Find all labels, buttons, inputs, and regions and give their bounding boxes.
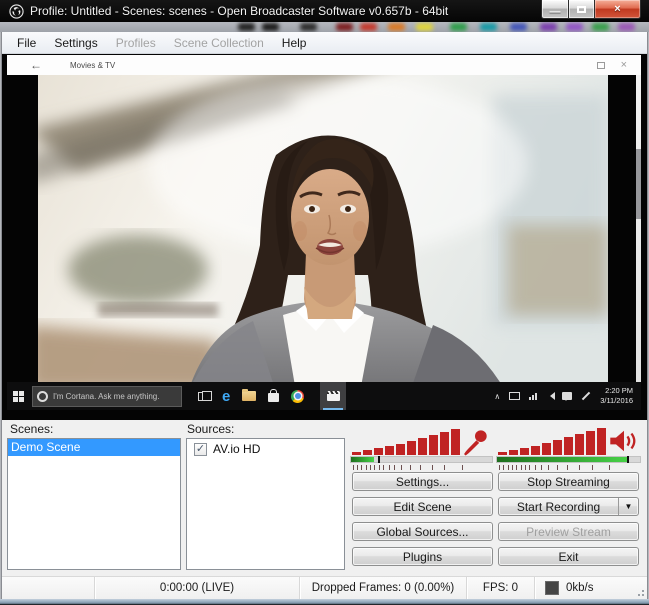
edge-icon: e (222, 389, 230, 404)
window-title: Profile: Untitled - Scenes: scenes - Ope… (30, 4, 448, 18)
speaker-icon[interactable] (608, 427, 640, 455)
mic-level-marker[interactable] (378, 456, 380, 463)
captured-appbar: ← Movies & TV × (7, 55, 641, 75)
source-item-label: AV.io HD (213, 442, 260, 456)
chevron-down-icon: ▼ (625, 502, 633, 511)
speaker-level-fill (497, 457, 627, 462)
obs-logo-icon (9, 4, 24, 19)
menu-scene-collection: Scene Collection (165, 32, 273, 54)
scenes-label: Scenes: (10, 422, 53, 436)
source-checkbox[interactable]: ✓ (194, 443, 207, 456)
window-titlebar: Profile: Untitled - Scenes: scenes - Ope… (0, 0, 649, 22)
status-blank-section (2, 577, 95, 599)
menu-settings[interactable]: Settings (45, 32, 106, 54)
status-bitrate: 0kb/s (566, 582, 594, 594)
captured-app-title: Movies & TV (70, 61, 115, 70)
scene-preview[interactable]: ← Movies & TV × (2, 54, 647, 420)
window-controls: — × (541, 0, 641, 19)
close-button[interactable]: × (594, 0, 641, 19)
speaker-level-track (496, 456, 641, 463)
menu-profiles: Profiles (107, 32, 165, 54)
status-dropped-frames: Dropped Frames: 0 (0.00%) (300, 577, 467, 599)
microphone-icon[interactable] (461, 428, 489, 456)
status-live-time: 0:00:00 (LIVE) (95, 577, 300, 599)
menu-bar: File Settings Profiles Scene Collection … (2, 32, 647, 54)
back-arrow-icon: ← (30, 58, 42, 72)
start-recording-label: Start Recording (499, 500, 618, 514)
mic-level-ticks (350, 465, 493, 471)
status-fps: FPS: 0 (467, 577, 535, 599)
file-explorer-icon (242, 391, 256, 401)
mic-level-fill (351, 457, 374, 462)
status-bitrate-section: 0kb/s (535, 577, 647, 599)
minimize-button[interactable]: — (541, 0, 569, 19)
mic-level-track (350, 456, 493, 463)
start-recording-button[interactable]: Start Recording ▼ (498, 497, 639, 516)
status-bar: 0:00:00 (LIVE) Dropped Frames: 0 (0.00%)… (2, 576, 647, 599)
captured-restore-icon (597, 62, 605, 69)
congestion-indicator (545, 581, 559, 595)
notification-icon (562, 392, 572, 400)
resize-grip[interactable] (634, 586, 644, 596)
stop-streaming-button[interactable]: Stop Streaming (498, 472, 639, 491)
speaker-level-marker[interactable] (627, 456, 629, 463)
captured-scrollbar (636, 75, 641, 392)
volume-icon (546, 392, 555, 400)
maximize-button[interactable] (569, 0, 594, 19)
window-frame-strip (0, 22, 649, 32)
taskbar-clock: 2:20 PM 3/11/2016 (600, 386, 635, 406)
cortana-placeholder: I'm Cortana. Ask me anything. (53, 392, 159, 401)
store-icon (268, 393, 279, 402)
source-item-avio-hd[interactable]: ✓ AV.io HD (187, 439, 344, 456)
speaker-level-ticks (496, 465, 641, 471)
captured-scrollbar-thumb (636, 149, 641, 219)
menu-file[interactable]: File (8, 32, 45, 54)
obs-window: Profile: Untitled - Scenes: scenes - Ope… (0, 0, 649, 605)
edit-scene-button[interactable]: Edit Scene (352, 497, 493, 516)
cortana-icon (37, 391, 48, 402)
captured-app-controls: × (597, 59, 641, 71)
scenes-list[interactable]: Demo Scene (7, 438, 181, 570)
cortana-search-box: I'm Cortana. Ask me anything. (32, 386, 182, 407)
global-sources-button[interactable]: Global Sources... (352, 522, 493, 541)
movies-tv-taskbar-icon (320, 382, 346, 410)
network-icon (529, 393, 537, 400)
mic-volume-bars (352, 428, 460, 455)
preview-stream-button: Preview Stream (498, 522, 639, 541)
captured-close-icon: × (621, 59, 627, 71)
settings-button[interactable]: Settings... (352, 472, 493, 491)
exit-button[interactable]: Exit (498, 547, 639, 566)
captured-taskbar: I'm Cortana. Ask me anything. e ∧ 2:20 P… (7, 382, 641, 410)
video-frame-woman (38, 75, 608, 392)
sources-label: Sources: (187, 422, 234, 436)
display-icon (509, 392, 520, 400)
start-button-icon (13, 391, 24, 402)
tray-chevron-icon: ∧ (494, 392, 500, 401)
speaker-volume-bars (498, 428, 606, 455)
recording-dropdown-button[interactable]: ▼ (618, 498, 638, 515)
scene-item-demo-scene[interactable]: Demo Scene (8, 439, 180, 456)
plugins-button[interactable]: Plugins (352, 547, 493, 566)
taskbar-app-icons: e (198, 382, 346, 410)
pen-icon (582, 392, 590, 400)
task-view-icon (198, 392, 210, 401)
window-frame-bottom (0, 599, 649, 605)
chrome-icon (291, 390, 304, 403)
menu-help[interactable]: Help (273, 32, 316, 54)
restore-icon (577, 6, 586, 13)
system-tray: ∧ 2:20 PM 3/11/2016 (494, 386, 641, 406)
sources-list[interactable]: ✓ AV.io HD (186, 438, 345, 570)
